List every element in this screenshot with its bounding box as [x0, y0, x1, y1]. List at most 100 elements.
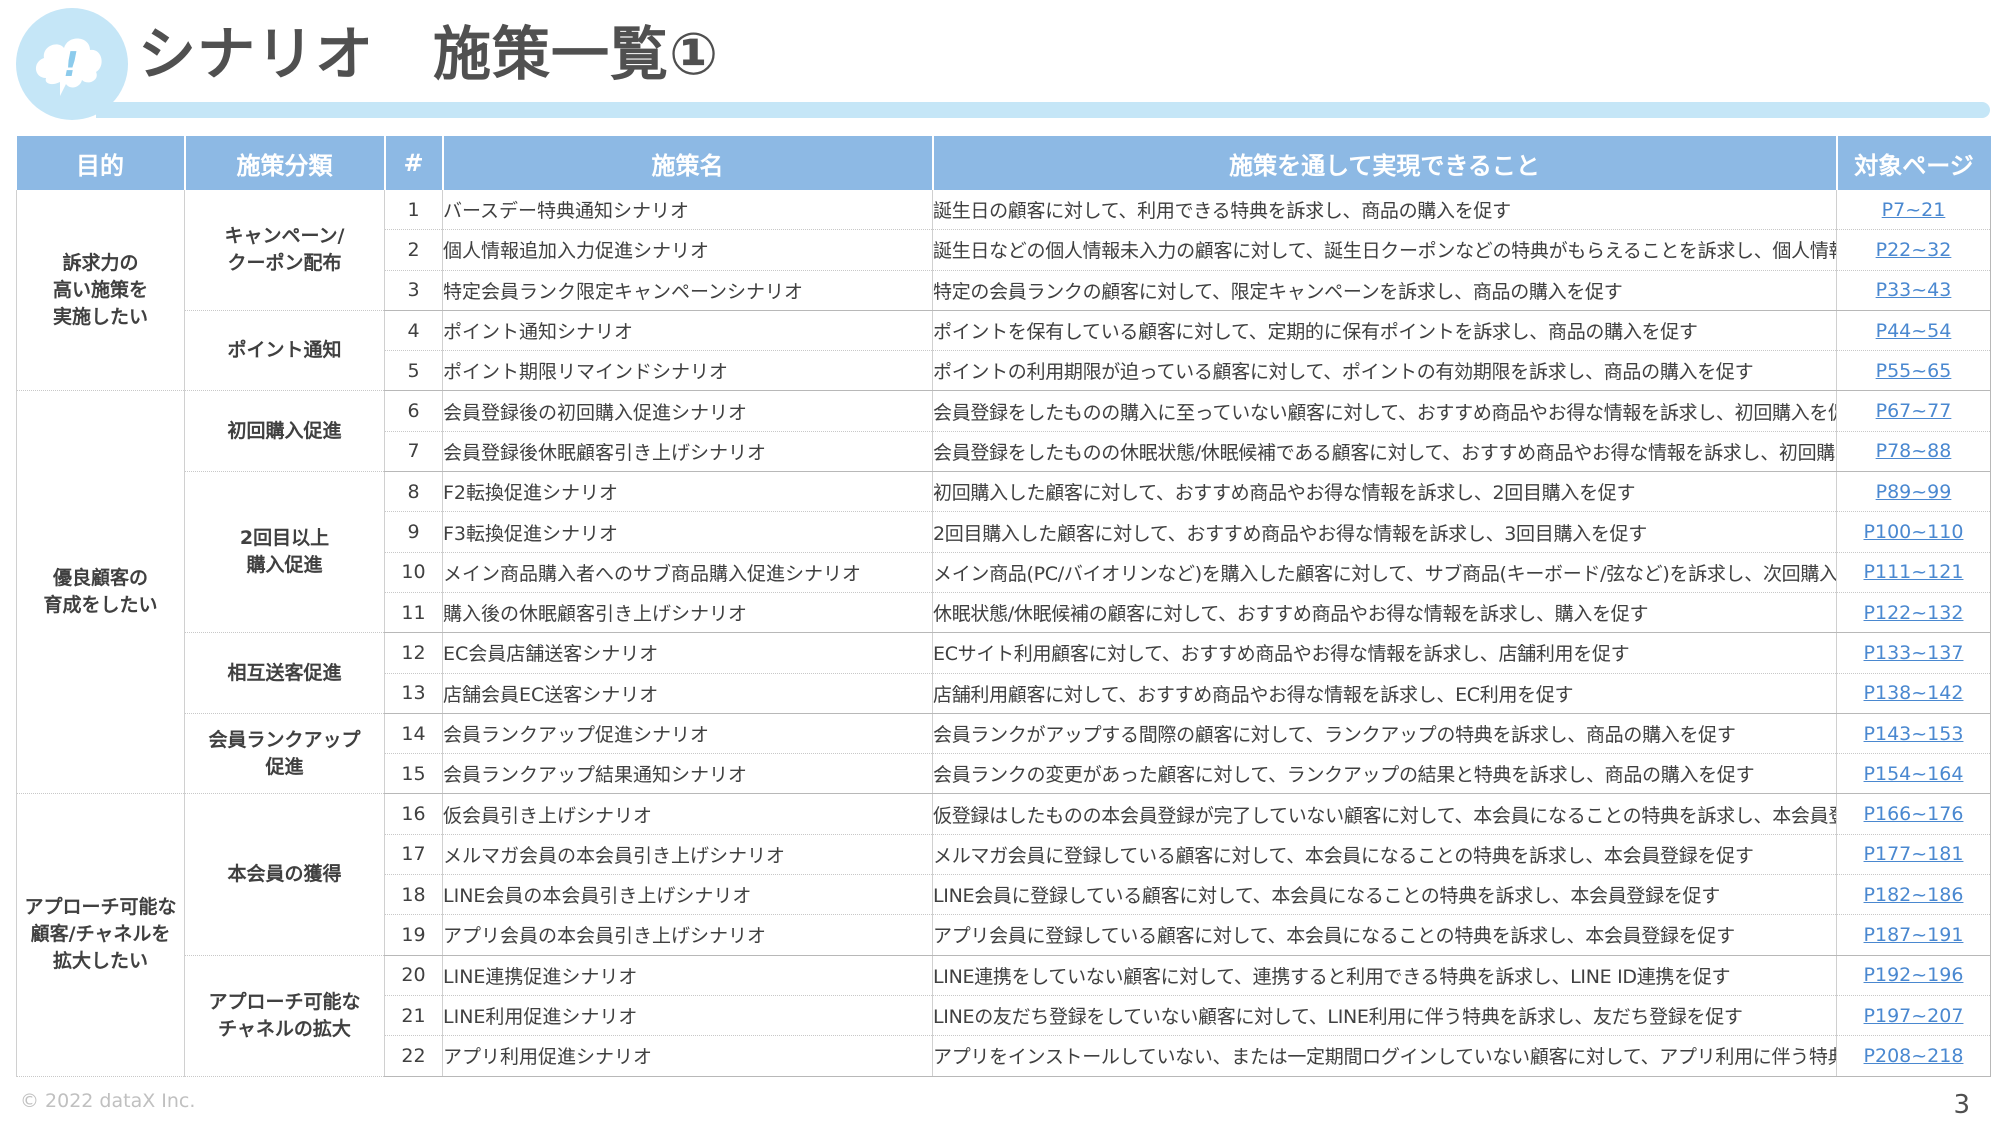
- scenario-effect: 特定の会員ランクの顧客に対して、限定キャンペーンを訴求し、商品の購入を促す: [932, 270, 1837, 311]
- page-cell: P133~137: [1836, 632, 1991, 674]
- page-cell: P44~54: [1836, 310, 1991, 352]
- page-link[interactable]: P187~191: [1864, 924, 1964, 946]
- row-number: 12: [384, 632, 443, 674]
- row-number: 21: [384, 995, 443, 1037]
- page-link[interactable]: P55~65: [1876, 360, 1952, 382]
- scenario-effect: ポイントを保有している顧客に対して、定期的に保有ポイントを訴求し、商品の購入を促…: [932, 310, 1837, 352]
- row-number: 19: [384, 914, 443, 956]
- page-link[interactable]: P122~132: [1864, 602, 1964, 624]
- page-link[interactable]: P133~137: [1864, 642, 1964, 664]
- page-cell: P33~43: [1836, 270, 1991, 311]
- page-cell: P208~218: [1836, 1035, 1991, 1077]
- page-link[interactable]: P177~181: [1864, 843, 1964, 865]
- scenario-effect: 会員ランクの変更があった顧客に対して、ランクアップの結果と特典を訴求し、商品の購…: [932, 753, 1837, 795]
- scenario-name: F2転換促進シナリオ: [442, 471, 933, 513]
- scenario-effect: 会員ランクがアップする間際の顧客に対して、ランクアップの特典を訴求し、商品の購入…: [932, 713, 1837, 755]
- category-cell: 2回目以上 購入促進: [184, 471, 385, 634]
- page-link[interactable]: P33~43: [1876, 279, 1952, 301]
- scenario-name: 会員登録後休眠顧客引き上げシナリオ: [442, 431, 933, 473]
- page-link[interactable]: P192~196: [1864, 964, 1964, 986]
- scenario-name: 会員登録後の初回購入促進シナリオ: [442, 390, 933, 432]
- scenario-name: 購入後の休眠顧客引き上げシナリオ: [442, 592, 933, 634]
- page-cell: P177~181: [1836, 834, 1991, 876]
- table-row: 会員ランクアップ 促進 14 会員ランクアップ促進シナリオ 会員ランクがアップす…: [17, 713, 1991, 795]
- row-number: 13: [384, 673, 443, 714]
- page-link[interactable]: P89~99: [1876, 481, 1952, 503]
- page-link[interactable]: P143~153: [1864, 723, 1964, 745]
- scenario-name: LINE利用促進シナリオ: [442, 995, 933, 1037]
- row-number: 16: [384, 793, 443, 835]
- page-link[interactable]: P100~110: [1864, 521, 1964, 543]
- scenario-effect: 誕生日の顧客に対して、利用できる特典を訴求し、商品の購入を促す: [932, 190, 1837, 231]
- page-link[interactable]: P154~164: [1864, 763, 1964, 785]
- category-label: 本会員の獲得: [227, 863, 342, 886]
- row-number: 1: [384, 190, 443, 231]
- scenario-name: バースデー特典通知シナリオ: [442, 190, 933, 231]
- page-link[interactable]: P22~32: [1876, 239, 1952, 261]
- scenario-name: 会員ランクアップ結果通知シナリオ: [442, 753, 933, 795]
- scenario-table: 目的 施策分類 # 施策名 施策を通して実現できること 対象ページ 訴求力の 高…: [16, 136, 1991, 1077]
- page-cell: P192~196: [1836, 955, 1991, 996]
- scenario-effect: 仮登録はしたものの本会員登録が完了していない顧客に対して、本会員になることの特典…: [932, 793, 1837, 835]
- page-cell: P138~142: [1836, 673, 1991, 714]
- category-label: 2回目以上 購入促進: [239, 527, 330, 577]
- page-cell: P67~77: [1836, 390, 1991, 432]
- page-link[interactable]: P78~88: [1876, 440, 1952, 462]
- category-cell: キャンペーン/ クーポン配布: [184, 190, 385, 311]
- scenario-name: アプリ会員の本会員引き上げシナリオ: [442, 914, 933, 956]
- page-cell: P111~121: [1836, 552, 1991, 593]
- scenario-name: メルマガ会員の本会員引き上げシナリオ: [442, 834, 933, 876]
- page-cell: P100~110: [1836, 511, 1991, 553]
- category-cell: ポイント通知: [184, 310, 385, 392]
- scenario-effect: LINEの友だち登録をしていない顧客に対して、LINE利用に伴う特典を訴求し、友…: [932, 995, 1837, 1037]
- column-header: 施策を通して実現できること: [931, 136, 1837, 190]
- scenario-name: 特定会員ランク限定キャンペーンシナリオ: [442, 270, 933, 311]
- scenario-name: 会員ランクアップ促進シナリオ: [442, 713, 933, 755]
- page-link[interactable]: P166~176: [1864, 803, 1964, 825]
- page-link[interactable]: P138~142: [1864, 682, 1964, 704]
- row-number: 6: [384, 390, 443, 432]
- copyright-text: © 2022 dataX Inc.: [20, 1090, 196, 1112]
- row-number: 20: [384, 955, 443, 996]
- scenario-effect: ポイントの利用期限が迫っている顧客に対して、ポイントの有効期限を訴求し、商品の購…: [932, 350, 1837, 392]
- row-number: 17: [384, 834, 443, 876]
- page-cell: P154~164: [1836, 753, 1991, 795]
- page-link[interactable]: P182~186: [1864, 884, 1964, 906]
- page-link[interactable]: P67~77: [1876, 400, 1952, 422]
- purpose-cell: 訴求力の 高い施策を 実施したい: [16, 190, 185, 392]
- table-header-row: 目的 施策分類 # 施策名 施策を通して実現できること 対象ページ: [16, 136, 1991, 190]
- purpose-label: 優良顧客の 育成をしたい: [43, 567, 158, 617]
- table-row: 相互送客促進 12 EC会員店舗送客シナリオ ECサイト利用顧客に対して、おすす…: [17, 632, 1991, 714]
- scenario-name: ポイント期限リマインドシナリオ: [442, 350, 933, 392]
- page-link[interactable]: P111~121: [1864, 561, 1964, 583]
- page-link[interactable]: P208~218: [1864, 1045, 1964, 1067]
- table-row: 2回目以上 購入促進 8 F2転換促進シナリオ 初回購入した顧客に対して、おすす…: [17, 471, 1991, 634]
- scenario-effect: 会員登録をしたものの購入に至っていない顧客に対して、おすすめ商品やお得な情報を訴…: [932, 390, 1837, 432]
- scenario-effect: 会員登録をしたものの休眠状態/休眠候補である顧客に対して、おすすめ商品やお得な情…: [932, 431, 1837, 473]
- scenario-name: 店舗会員EC送客シナリオ: [442, 673, 933, 714]
- category-label: キャンペーン/ クーポン配布: [224, 224, 345, 274]
- scenario-effect: アプリ会員に登録している顧客に対して、本会員になることの特典を訴求し、本会員登録…: [932, 914, 1837, 956]
- page-cell: P143~153: [1836, 713, 1991, 755]
- scenario-effect: 誕生日などの個人情報未入力の顧客に対して、誕生日クーポンなどの特典がもらえること…: [932, 229, 1837, 271]
- purpose-cell: 優良顧客の 育成をしたい: [16, 390, 185, 795]
- column-header: 目的: [16, 136, 185, 190]
- page-link[interactable]: P197~207: [1864, 1005, 1964, 1027]
- row-number: 15: [384, 753, 443, 795]
- scenario-effect: LINE会員に登録している顧客に対して、本会員になることの特典を訴求し、本会員登…: [932, 874, 1837, 916]
- table-row: アプローチ可能な チャネルの拡大 20 LINE連携促進シナリオ LINE連携を…: [17, 955, 1991, 1077]
- page-title: シナリオ 施策一覧①: [138, 20, 720, 88]
- column-header: 対象ページ: [1835, 136, 1991, 190]
- row-number: 11: [384, 592, 443, 634]
- page-cell: P187~191: [1836, 914, 1991, 956]
- scenario-name: メイン商品購入者へのサブ商品購入促進シナリオ: [442, 552, 933, 593]
- scenario-name: ポイント通知シナリオ: [442, 310, 933, 352]
- title-underline: [96, 102, 1990, 118]
- row-number: 8: [384, 471, 443, 513]
- scenario-effect: アプリをインストールしていない、または一定期間ログインしていない顧客に対して、ア…: [932, 1035, 1837, 1077]
- category-label: ポイント通知: [227, 339, 342, 362]
- table-row: 優良顧客の 育成をしたい 初回購入促進 6 会員登録後の初回購入促進シナリオ 会…: [16, 390, 1991, 795]
- scenario-effect: 初回購入した顧客に対して、おすすめ商品やお得な情報を訴求し、2回目購入を促す: [932, 471, 1837, 513]
- page-link[interactable]: P7~21: [1882, 199, 1946, 221]
- page-link[interactable]: P44~54: [1876, 320, 1952, 342]
